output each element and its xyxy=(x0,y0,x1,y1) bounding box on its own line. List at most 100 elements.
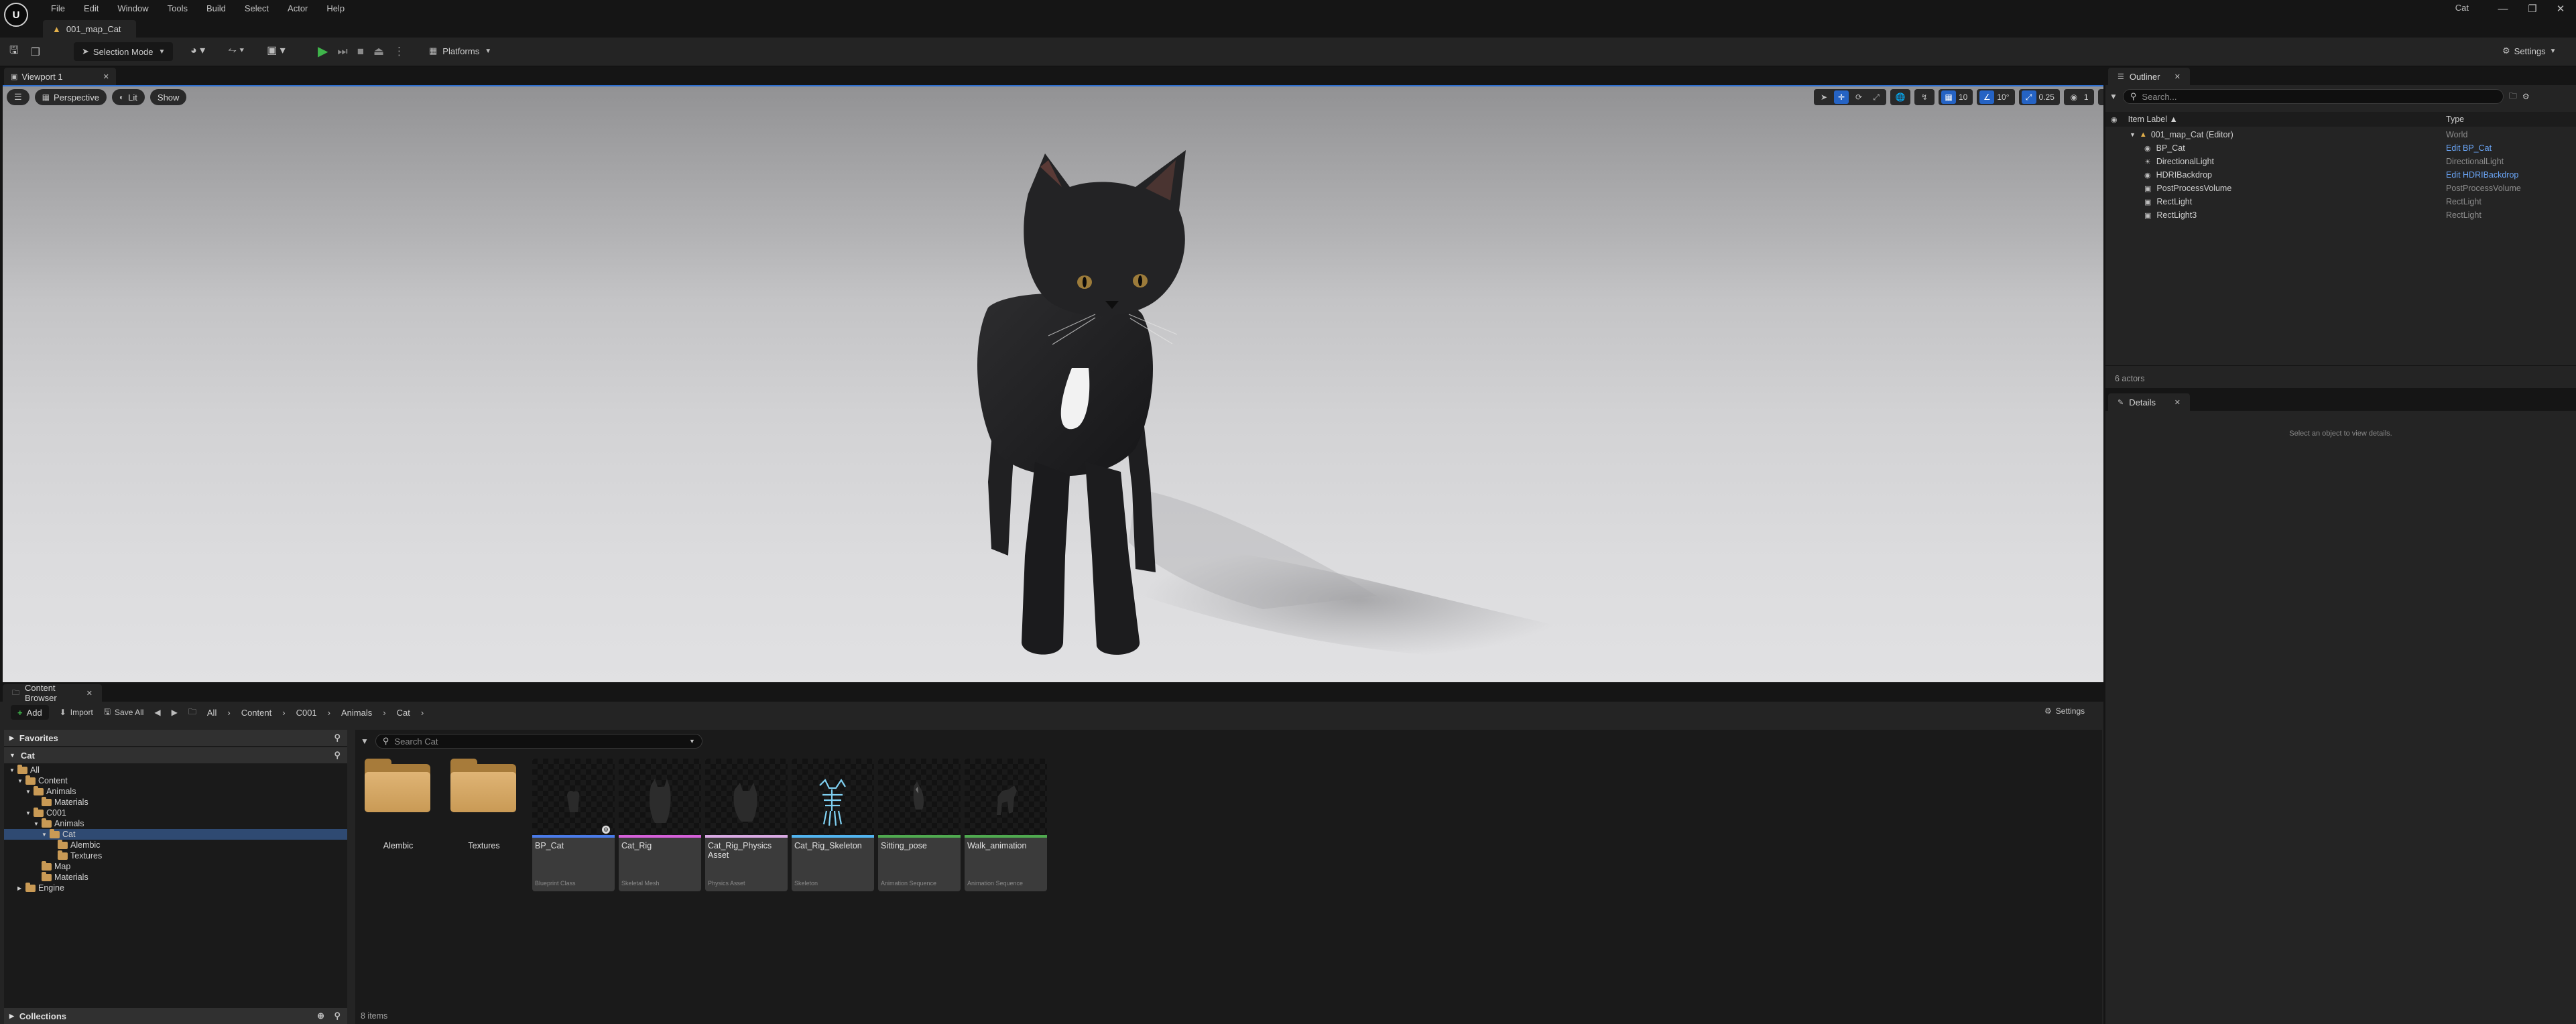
tree-item-textures[interactable]: Textures xyxy=(4,850,347,861)
outliner-row-directional-light[interactable]: ☀ DirectionalLight DirectionalLight xyxy=(2105,155,2576,168)
scale-tool-icon[interactable]: ⤢ xyxy=(1869,90,1884,104)
chevron-right-icon[interactable]: › xyxy=(227,708,230,718)
save-all-button[interactable]: 🖫 Save All xyxy=(104,706,144,720)
chevron-right-icon[interactable]: › xyxy=(328,708,330,718)
outliner-row-type-link[interactable]: Edit BP_Cat xyxy=(2446,143,2492,153)
add-collection-icon[interactable]: ⊕ xyxy=(317,1011,324,1021)
blueprint-icon[interactable]: ⥊ ▾ xyxy=(228,44,244,56)
stop-icon[interactable]: ■ xyxy=(357,45,364,58)
gear-icon[interactable]: ⚙ xyxy=(2522,92,2530,101)
details-tab[interactable]: ✎ Details ✕ xyxy=(2108,393,2190,411)
import-button[interactable]: ⬇ Import xyxy=(60,708,93,717)
breadcrumb-content[interactable]: Content xyxy=(241,708,272,718)
tree-item-cat-selected[interactable]: ▼ Cat xyxy=(4,828,347,840)
platforms-button[interactable]: ▦ Platforms ▼ xyxy=(429,46,491,56)
chevron-down-icon[interactable]: ▼ xyxy=(34,821,42,827)
chevron-right-icon[interactable]: › xyxy=(282,708,285,718)
folder-tile-alembic[interactable]: Alembic xyxy=(358,759,438,893)
menu-help[interactable]: Help xyxy=(317,0,354,17)
tree-item-c001-animals[interactable]: ▼ Animals xyxy=(4,818,347,829)
perspective-button[interactable]: ▦ Perspective xyxy=(34,89,107,105)
tree-item-alembic[interactable]: Alembic xyxy=(4,839,347,850)
close-icon[interactable]: ✕ xyxy=(2174,398,2181,407)
level-viewport[interactable]: ☰ ▦ Perspective ◐ Lit Show ➤ ✛ ⟳ ⤢ 🌐 ↯ ▦… xyxy=(3,85,2103,682)
type-column[interactable]: Type xyxy=(2446,115,2464,124)
play-options-icon[interactable]: ⋮ xyxy=(393,45,405,58)
add-folder-icon[interactable]: 🗀 xyxy=(2509,90,2517,104)
rotate-tool-icon[interactable]: ⟳ xyxy=(1851,90,1866,104)
search-icon[interactable]: ⚲ xyxy=(334,1011,341,1021)
surface-snap-toggle[interactable]: ↯ xyxy=(1914,89,1935,105)
content-icon[interactable]: ❐ xyxy=(31,46,40,59)
show-button[interactable]: Show xyxy=(149,89,187,105)
chevron-down-icon[interactable]: ▼ xyxy=(25,789,34,795)
camera-speed-control[interactable]: ◉ 1 xyxy=(2063,89,2094,105)
outliner-row-bp-cat[interactable]: ◉ BP_Cat Edit BP_Cat xyxy=(2105,141,2576,155)
tree-item-map[interactable]: Map xyxy=(4,860,347,872)
grid-snap-control[interactable]: ▦ 10 xyxy=(1939,89,1973,105)
menu-build[interactable]: Build xyxy=(197,0,235,17)
outliner-row-hdri-backdrop[interactable]: ◉ HDRIBackdrop Edit HDRIBackdrop xyxy=(2105,168,2576,182)
minimize-icon[interactable]: — xyxy=(2487,0,2519,17)
outliner-row-rect-light[interactable]: ▣ RectLight RectLight xyxy=(2105,195,2576,208)
outliner-search-input[interactable]: ⚲ Search... xyxy=(2122,89,2504,104)
select-tool-icon[interactable]: ➤ xyxy=(1817,90,1831,104)
chevron-down-icon[interactable]: ▼ xyxy=(17,778,25,784)
filter-icon[interactable]: ▼ xyxy=(361,737,369,746)
outliner-row-post-process[interactable]: ▣ PostProcessVolume PostProcessVolume xyxy=(2105,182,2576,195)
breadcrumb-animals[interactable]: Animals xyxy=(341,708,372,718)
favorites-header[interactable]: ▶ Favorites ⚲ xyxy=(4,730,347,746)
filter-icon[interactable]: ▼ xyxy=(2109,92,2118,101)
menu-file[interactable]: File xyxy=(42,0,74,17)
add-button[interactable]: + Add xyxy=(11,705,49,720)
chevron-right-icon[interactable]: › xyxy=(383,708,385,718)
outliner-tab[interactable]: ☰ Outliner ✕ xyxy=(2108,68,2190,85)
cinematics-icon[interactable]: ▣ ▾ xyxy=(267,44,286,57)
save-icon[interactable]: 🖫 xyxy=(9,43,19,61)
viewport-layout-button[interactable]: ◫ xyxy=(2097,89,2103,105)
menu-window[interactable]: Window xyxy=(108,0,158,17)
tree-item-animals[interactable]: ▼ Animals xyxy=(4,785,347,797)
folder-tile-textures[interactable]: Textures xyxy=(444,759,524,893)
tree-item-c001-materials[interactable]: Materials xyxy=(4,871,347,883)
tree-item-content[interactable]: ▼ Content xyxy=(4,775,347,786)
asset-tile-walk-animation[interactable]: Walk_animation Animation Sequence xyxy=(965,759,1047,891)
viewport-tab[interactable]: ▣ Viewport 1 ✕ xyxy=(4,68,116,85)
add-actor-icon[interactable]: ◕ ▾ xyxy=(190,44,205,57)
menu-edit[interactable]: Edit xyxy=(74,0,108,17)
maximize-icon[interactable]: ❐ xyxy=(2516,0,2549,17)
chevron-down-icon[interactable]: ▼ xyxy=(25,810,34,816)
cb-settings-button[interactable]: ⚙ Settings xyxy=(2044,706,2085,716)
close-icon[interactable]: ✕ xyxy=(103,72,109,81)
asset-search-input[interactable]: ⚲ Search Cat ▼ xyxy=(375,734,702,749)
asset-tile-physics-asset[interactable]: Cat_Rig_Physics Asset Physics Asset xyxy=(705,759,788,891)
asset-tile-cat-rig[interactable]: Cat_Rig Skeletal Mesh xyxy=(619,759,701,891)
outliner-row-type-link[interactable]: Edit HDRIBackdrop xyxy=(2446,170,2518,180)
viewport-options-button[interactable]: ☰ xyxy=(7,89,29,105)
level-tab[interactable]: ▲ 001_map_Cat xyxy=(43,20,136,38)
asset-tile-skeleton[interactable]: Cat_Rig_Skeleton Skeleton xyxy=(792,759,874,891)
translate-tool-icon[interactable]: ✛ xyxy=(1834,90,1849,104)
world-local-toggle[interactable]: 🌐 xyxy=(1890,89,1910,105)
menu-tools[interactable]: Tools xyxy=(158,0,197,17)
close-icon[interactable]: ✕ xyxy=(86,689,93,698)
view-mode-button[interactable]: ◐ Lit xyxy=(111,89,145,105)
tree-item-all[interactable]: ▼ All xyxy=(4,764,347,775)
asset-tile-sitting-pose[interactable]: Sitting_pose Animation Sequence xyxy=(878,759,961,891)
collections-header[interactable]: ▶ Collections ⊕ ⚲ xyxy=(4,1008,347,1024)
rotation-snap-control[interactable]: ∠ 10° xyxy=(1977,89,2015,105)
unreal-logo-icon[interactable]: U xyxy=(4,3,28,27)
item-label-column[interactable]: Item Label ▲ xyxy=(2128,115,2178,124)
tree-item-engine[interactable]: ▶ Engine xyxy=(4,882,347,893)
breadcrumb-all[interactable]: All xyxy=(207,708,217,718)
tree-item-materials[interactable]: Materials xyxy=(4,796,347,808)
eject-icon[interactable]: ⏏ xyxy=(373,45,384,58)
menu-select[interactable]: Select xyxy=(235,0,278,17)
search-icon[interactable]: ⚲ xyxy=(334,732,341,743)
play-icon[interactable]: ▶ xyxy=(318,43,328,60)
search-icon[interactable]: ⚲ xyxy=(334,750,341,761)
tree-item-c001[interactable]: ▼ C001 xyxy=(4,807,347,818)
outliner-row-world[interactable]: ▼ ▲ 001_map_Cat (Editor) World xyxy=(2105,128,2576,141)
chevron-down-icon[interactable]: ▼ xyxy=(9,767,17,773)
chevron-down-icon[interactable]: ▼ xyxy=(2130,131,2136,138)
